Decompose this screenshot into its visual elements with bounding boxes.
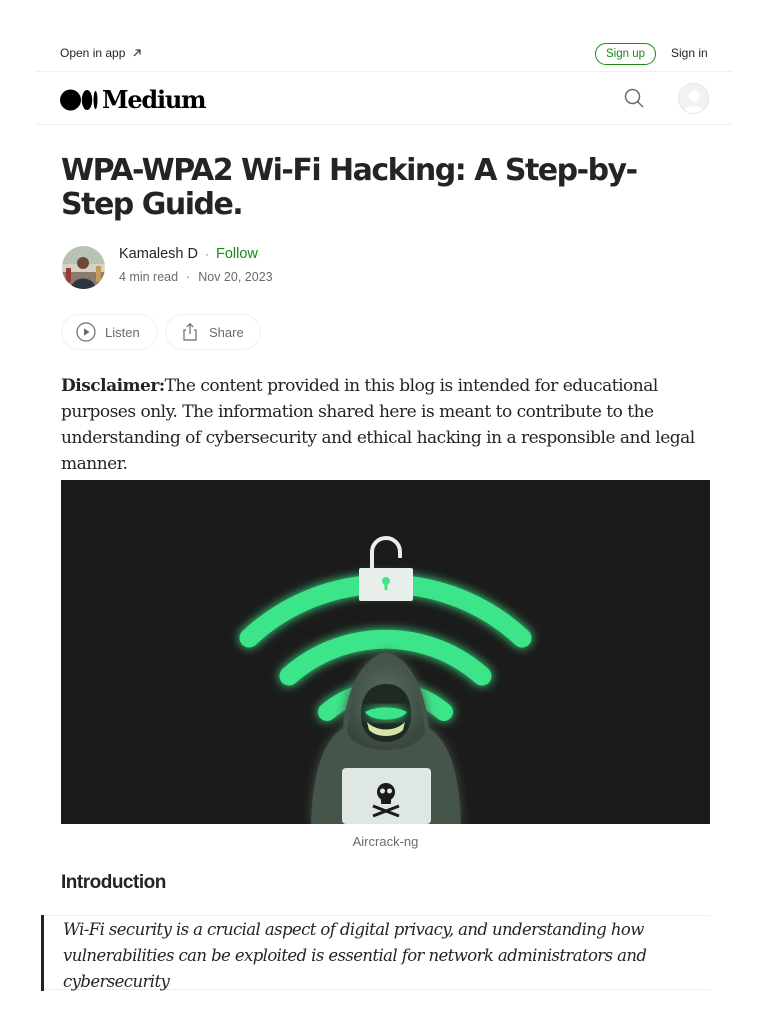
read-time: 4 min read — [119, 270, 179, 284]
disclaimer-paragraph: Disclaimer:The content provided in this … — [61, 373, 711, 477]
play-icon — [76, 322, 96, 342]
separator-dot: · — [186, 270, 191, 284]
sign-up-button[interactable]: Sign up — [595, 43, 656, 65]
site-header: Medium — [36, 72, 732, 125]
sign-in-link[interactable]: Sign in — [671, 46, 708, 60]
share-label: Share — [209, 324, 244, 340]
publish-date: Nov 20, 2023 — [198, 270, 273, 284]
search-button[interactable] — [623, 87, 645, 114]
medium-wordmark: Medium — [102, 85, 207, 114]
author-name[interactable]: Kamalesh D — [119, 246, 198, 262]
wifi-hacker-illustration — [239, 536, 532, 824]
quote-bar — [41, 915, 44, 991]
author-avatar[interactable] — [62, 246, 105, 289]
author-photo — [62, 246, 105, 289]
article-title: WPA-WPA2 Wi-Fi Hacking: A Step-by-Step G… — [61, 153, 638, 222]
top-bar: Open in app Sign up Sign in — [36, 34, 732, 72]
section-heading: Introduction — [61, 872, 166, 893]
article-meta: 4 min read · Nov 20, 2023 — [119, 270, 273, 284]
separator-dot: · — [204, 247, 209, 261]
follow-button[interactable]: Follow — [216, 246, 258, 262]
quote-text: Wi-Fi security is a crucial aspect of di… — [63, 920, 647, 991]
open-in-app-label: Open in app — [60, 46, 126, 60]
open-in-app-link[interactable]: Open in app — [60, 46, 142, 60]
medium-logo-icon — [60, 89, 98, 110]
user-avatar-icon — [683, 90, 706, 113]
image-caption: Aircrack-ng — [352, 834, 419, 849]
share-icon — [183, 322, 197, 341]
medium-logo[interactable]: Medium — [60, 85, 207, 114]
arrow-up-right-icon — [134, 49, 141, 57]
disclaimer-label: Disclaimer: — [61, 376, 165, 396]
blockquote: Wi-Fi security is a crucial aspect of di… — [41, 915, 710, 991]
hero-image — [61, 480, 710, 824]
listen-label: Listen — [105, 324, 140, 340]
search-icon — [624, 88, 644, 108]
author-line: Kamalesh D · Follow — [119, 246, 258, 262]
user-avatar-button[interactable] — [678, 83, 709, 114]
padlock-icon — [359, 536, 413, 601]
share-button[interactable]: Share — [165, 314, 261, 350]
listen-button[interactable]: Listen — [61, 314, 158, 350]
